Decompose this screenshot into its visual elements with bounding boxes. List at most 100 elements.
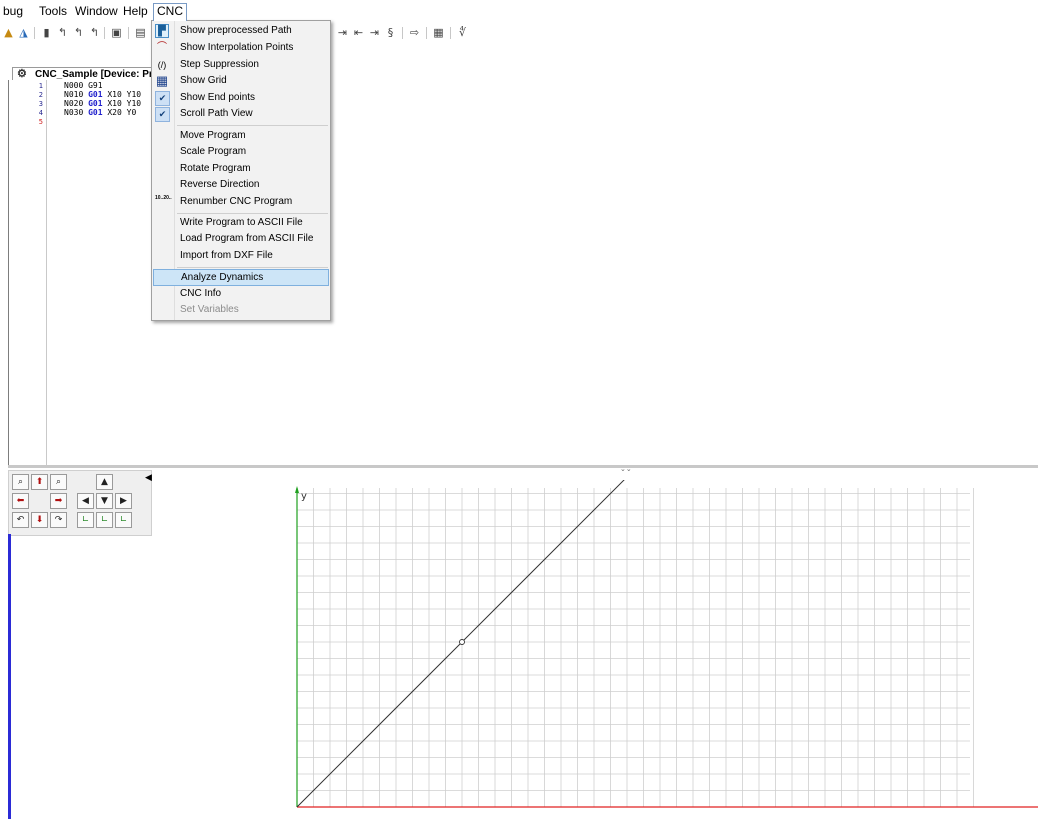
login-icon[interactable]: ▲: [2, 26, 15, 39]
renumber-icon: 10..20..: [155, 195, 172, 201]
menu-item-label: Load Program from ASCII File: [180, 233, 314, 244]
block-number: N000: [64, 81, 84, 90]
path-view[interactable]: y: [285, 480, 1038, 819]
move-left-icon[interactable]: ◀: [77, 493, 94, 509]
gutter-divider: [46, 80, 47, 465]
end-point-marker: [459, 639, 465, 645]
block-number: N010: [64, 90, 84, 99]
code-line[interactable]: N000 G91: [64, 81, 103, 90]
code-line[interactable]: N030 G01 X20 Y0: [64, 108, 136, 117]
editor-tab-title: CNC_Sample [Device: Pro: [35, 69, 159, 80]
rotate-right-icon[interactable]: ↷: [50, 512, 67, 528]
toolbar-separator: [104, 27, 105, 39]
menu-help[interactable]: Help: [123, 4, 148, 18]
interpolation-icon: ⌒: [157, 42, 167, 53]
menu-separator: [177, 213, 328, 214]
breakpoint-icon[interactable]: ▮: [40, 26, 53, 39]
menu-show-interpolation-points[interactable]: ⌒ Show Interpolation Points: [153, 40, 329, 56]
step-in-icon[interactable]: ↰: [72, 26, 85, 39]
grid: [297, 488, 974, 807]
code-args: X10 Y10: [102, 90, 142, 99]
menu-import-dxf[interactable]: Import from DXF File: [153, 248, 329, 264]
move-right-icon[interactable]: ▶: [115, 493, 132, 509]
line-number-current: 5: [38, 118, 43, 126]
y-axis-label: y: [301, 491, 307, 502]
pan-right-icon[interactable]: ➡: [50, 493, 67, 509]
menu-step-suppression[interactable]: (/) Step Suppression: [153, 57, 329, 73]
indent-more-icon[interactable]: ⇥: [368, 26, 381, 39]
outdent-icon[interactable]: ⇤: [352, 26, 365, 39]
menu-separator: [177, 267, 328, 268]
view-xy-icon[interactable]: ∟: [77, 512, 94, 528]
menu-cnc[interactable]: CNC: [153, 3, 187, 21]
menu-item-label: Show preprocessed Path: [180, 25, 292, 36]
spell-check-icon[interactable]: ∜: [456, 26, 469, 39]
menu-scroll-path-view[interactable]: ✔ Scroll Path View: [153, 106, 329, 122]
comment-icon[interactable]: §: [384, 26, 397, 39]
menu-item-label: Step Suppression: [180, 59, 259, 70]
path-view-toolbar: ⌕ ⬆ ⌕ ▲ ◀ ⬅ ➡ ◀ ▼ ▶ ↶ ⬇ ↷ ∟ ∟ ∟: [8, 470, 152, 536]
check-icon: ✔: [155, 107, 170, 122]
run-mode-icon[interactable]: ◮: [17, 26, 30, 39]
pan-down-icon[interactable]: ⬇: [31, 512, 48, 528]
collapse-icon[interactable]: ◀: [145, 473, 152, 483]
toolbar-separator: [450, 27, 451, 39]
g-code: G91: [88, 81, 103, 90]
menu-item-label: Rotate Program: [180, 163, 251, 174]
pan-left-icon[interactable]: ⬅: [12, 493, 29, 509]
menu-move-program[interactable]: Move Program: [153, 128, 329, 144]
menu-cnc-info[interactable]: CNC Info: [153, 286, 329, 302]
menu-item-label: Show End points: [180, 92, 256, 103]
menu-window[interactable]: Window: [75, 4, 118, 18]
window-icon[interactable]: ▣: [110, 26, 123, 39]
pan-up-icon[interactable]: ⬆: [31, 474, 48, 490]
menu-bar: bug Tools Window Help CNC: [0, 0, 1038, 22]
menu-show-end-points[interactable]: ✔ Show End points: [153, 90, 329, 106]
cnc-dropdown-menu: ▛ Show preprocessed Path ⌒ Show Interpol…: [151, 20, 331, 321]
menu-debug[interactable]: bug: [3, 4, 23, 18]
menu-item-label: Scroll Path View: [180, 108, 253, 119]
indent-icon[interactable]: ⇥: [336, 26, 349, 39]
move-up-icon[interactable]: ▲: [96, 474, 113, 490]
menu-write-program-ascii[interactable]: Write Program to ASCII File: [153, 215, 329, 231]
menu-load-program-ascii[interactable]: Load Program from ASCII File: [153, 231, 329, 247]
rotate-left-icon[interactable]: ↶: [12, 512, 29, 528]
splitter-grip-icon[interactable]: ⌄⌄: [620, 465, 632, 473]
menu-show-grid[interactable]: ▦ Show Grid: [153, 73, 329, 89]
menu-item-label: Import from DXF File: [180, 250, 273, 261]
menu-rotate-program[interactable]: Rotate Program: [153, 161, 329, 177]
view-yz-icon[interactable]: ∟: [115, 512, 132, 528]
zoom-out-icon[interactable]: ⌕: [50, 474, 67, 490]
editor-tab[interactable]: ⚙ CNC_Sample [Device: Pro: [12, 67, 166, 81]
properties-icon[interactable]: ▦: [432, 26, 445, 39]
code-line[interactable]: N010 G01 X10 Y10: [64, 90, 141, 99]
menu-item-label: Write Program to ASCII File: [180, 217, 303, 228]
view-xz-icon[interactable]: ∟: [96, 512, 113, 528]
pane-splitter[interactable]: [8, 465, 1038, 468]
code-line[interactable]: N020 G01 X10 Y10: [64, 99, 141, 108]
code-args: X10 Y10: [102, 99, 142, 108]
step-over-icon[interactable]: ↰: [56, 26, 69, 39]
menu-analyze-dynamics[interactable]: Analyze Dynamics: [153, 269, 329, 286]
menu-show-preprocessed-path[interactable]: ▛ Show preprocessed Path: [153, 23, 329, 39]
menu-item-label: Move Program: [180, 130, 246, 141]
list-icon[interactable]: ▤: [134, 26, 147, 39]
menu-renumber-cnc-program[interactable]: 10..20.. Renumber CNC Program: [153, 194, 329, 210]
line-number: 4: [38, 109, 43, 117]
menu-item-label: Renumber CNC Program: [180, 196, 293, 207]
y-axis-arrow-icon: [295, 486, 299, 493]
move-down-icon[interactable]: ▼: [96, 493, 113, 509]
path-icon: ▛: [155, 24, 169, 38]
step-out-icon[interactable]: ↰: [88, 26, 101, 39]
menu-scale-program[interactable]: Scale Program: [153, 144, 329, 160]
menu-item-label: CNC Info: [180, 288, 222, 299]
menu-reverse-direction[interactable]: Reverse Direction: [153, 177, 329, 193]
step-suppression-icon: (/): [157, 60, 167, 70]
menu-item-label: Show Grid: [180, 75, 227, 86]
bookmark-next-icon[interactable]: ⇨: [408, 26, 421, 39]
menu-item-label: Reverse Direction: [180, 179, 260, 190]
zoom-in-icon[interactable]: ⌕: [12, 474, 29, 490]
menu-tools[interactable]: Tools: [39, 4, 67, 18]
toolbar-separator: [402, 27, 403, 39]
line-number: 2: [38, 91, 43, 99]
